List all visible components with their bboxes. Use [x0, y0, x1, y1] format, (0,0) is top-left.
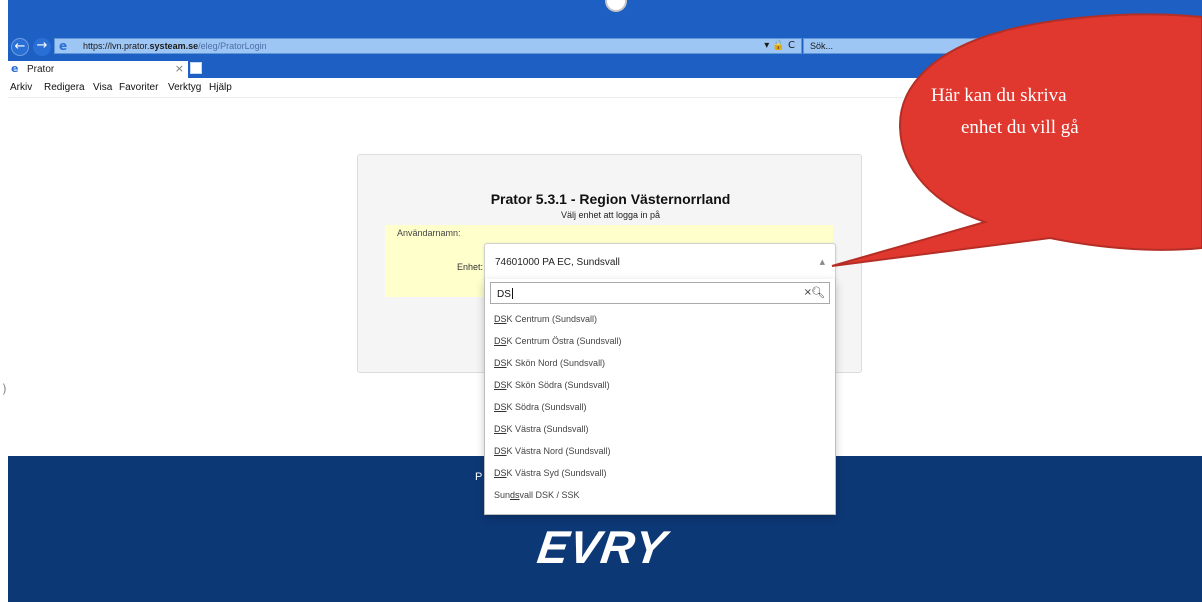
menu-redigera[interactable]: Redigera	[44, 82, 85, 93]
back-button[interactable]: ←	[11, 38, 29, 56]
address-bar-row: ← → e https://lvn.prator.systeam.se/eleg…	[8, 36, 1202, 56]
unit-search-input[interactable]: DS × 🔍︎	[490, 282, 830, 304]
page-title: Prator 5.3.1 - Region Västernorrland	[490, 191, 731, 207]
browser-search-input[interactable]: Sök...	[803, 38, 983, 54]
unit-options-list: DSK Centrum (Sundsvall) DSK Centrum Östr…	[485, 308, 835, 506]
left-edge	[0, 0, 8, 602]
forward-button[interactable]: →	[33, 38, 51, 56]
unit-option[interactable]: Sundsvall DSK / SSK	[485, 484, 835, 506]
unit-dropdown: DS × 🔍︎ DSK Centrum (Sundsvall) DSK Cent…	[484, 279, 836, 515]
url-input[interactable]: e https://lvn.prator.systeam.se/eleg/Pra…	[54, 38, 802, 54]
callout-line-2: enhet du vill gå	[961, 117, 1079, 138]
footer-text: P	[475, 471, 483, 483]
page-subtitle: Välj enhet att logga in på	[560, 210, 661, 220]
browser-search-placeholder: Sök...	[810, 41, 834, 51]
tab-prator[interactable]: e Prator ×	[8, 61, 188, 78]
url-tools-icons[interactable]: ▾ 🔒 C	[764, 40, 795, 51]
unit-label: Enhet:	[457, 262, 484, 272]
menu-hjalp[interactable]: Hjälp	[209, 82, 232, 93]
ie-tab-icon: e	[11, 62, 19, 75]
unit-select-value: 74601000 PA EC, Sundsvall	[495, 257, 620, 268]
ie-icon: e	[59, 39, 68, 53]
unit-option[interactable]: DSK Centrum Östra (Sundsvall)	[485, 330, 835, 352]
unit-option[interactable]: DSK Skön Nord (Sundsvall)	[485, 352, 835, 374]
window-title-bar	[8, 0, 1202, 36]
callout-text: Här kan du skriva enhet du vill gå	[931, 80, 1202, 144]
menu-favoriter[interactable]: Favoriter	[119, 82, 158, 93]
unit-select[interactable]: 74601000 PA EC, Sundsvall ▲	[484, 243, 836, 279]
unit-option[interactable]: DSK Skön Södra (Sundsvall)	[485, 374, 835, 396]
chevron-up-icon: ▲	[819, 258, 825, 266]
search-icon: 🔍︎	[811, 286, 825, 299]
unit-option[interactable]: DSK Västra (Sundsvall)	[485, 418, 835, 440]
new-tab-button[interactable]	[190, 62, 202, 74]
evry-logo: EVRY	[534, 521, 671, 573]
unit-option[interactable]: DSK Västra Syd (Sundsvall)	[485, 462, 835, 484]
unit-option[interactable]: DSK Västra Nord (Sundsvall)	[485, 440, 835, 462]
side-scroll-glyph: )	[2, 382, 7, 396]
url-text: https://lvn.prator.systeam.se/eleg/Prato…	[83, 41, 267, 51]
unit-option[interactable]: DSK Södra (Sundsvall)	[485, 396, 835, 418]
callout-line-1: Här kan du skriva	[931, 85, 1067, 106]
tab-label: Prator	[27, 64, 55, 75]
unit-search-value: DS	[497, 288, 513, 300]
tab-row: e Prator ×	[8, 56, 1202, 78]
title-knob-icon	[605, 0, 627, 12]
menu-verktyg[interactable]: Verktyg	[168, 82, 201, 93]
tab-close-button[interactable]: ×	[175, 62, 184, 75]
menu-visa[interactable]: Visa	[93, 82, 112, 93]
text-caret	[511, 288, 513, 299]
unit-option[interactable]: DSK Centrum (Sundsvall)	[485, 308, 835, 330]
username-label: Användarnamn:	[397, 228, 461, 238]
menu-arkiv[interactable]: Arkiv	[10, 82, 32, 93]
